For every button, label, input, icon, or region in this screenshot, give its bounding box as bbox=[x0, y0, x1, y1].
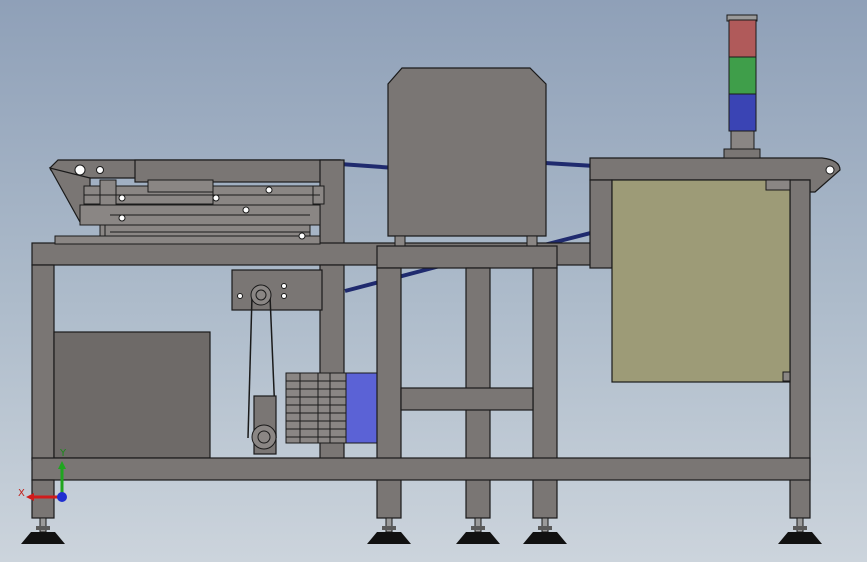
bolt-icon bbox=[242, 206, 250, 214]
cad-viewport[interactable]: X Y bbox=[0, 0, 867, 562]
control-box bbox=[53, 331, 211, 459]
blue-light bbox=[728, 93, 757, 132]
mount-hole-icon bbox=[825, 165, 835, 175]
bolt-icon bbox=[281, 293, 287, 299]
motor-bracket bbox=[231, 269, 323, 311]
leveling-foot-icon bbox=[523, 517, 567, 544]
green-light bbox=[728, 56, 757, 95]
leveling-foot-icon bbox=[778, 517, 822, 544]
red-light bbox=[728, 19, 757, 58]
gear-motor bbox=[285, 372, 381, 444]
leg-left bbox=[31, 479, 55, 519]
bolt-icon bbox=[118, 214, 126, 222]
leveling-foot-icon bbox=[367, 517, 411, 544]
bolt-icon bbox=[281, 283, 287, 289]
x-axis-label: X bbox=[18, 488, 25, 499]
mount-hole-icon bbox=[74, 164, 86, 176]
leveling-foot-icon bbox=[21, 517, 65, 544]
bolt-icon bbox=[298, 232, 306, 240]
bolt-icon bbox=[118, 194, 126, 202]
bolt-icon bbox=[265, 186, 273, 194]
leveling-feet bbox=[21, 517, 822, 544]
signal-tower bbox=[723, 14, 761, 159]
y-axis-label: Y bbox=[59, 448, 67, 459]
machine-drawing: X Y bbox=[18, 14, 841, 544]
reject-bin-panel bbox=[611, 179, 791, 383]
bottom-rail bbox=[31, 457, 811, 481]
leveling-foot-icon bbox=[456, 517, 500, 544]
pneumatic-cylinder bbox=[54, 179, 325, 245]
detector-head bbox=[387, 67, 547, 247]
bolt-icon bbox=[212, 194, 220, 202]
bolt-icon bbox=[237, 293, 243, 299]
mount-hole-icon bbox=[96, 166, 104, 174]
